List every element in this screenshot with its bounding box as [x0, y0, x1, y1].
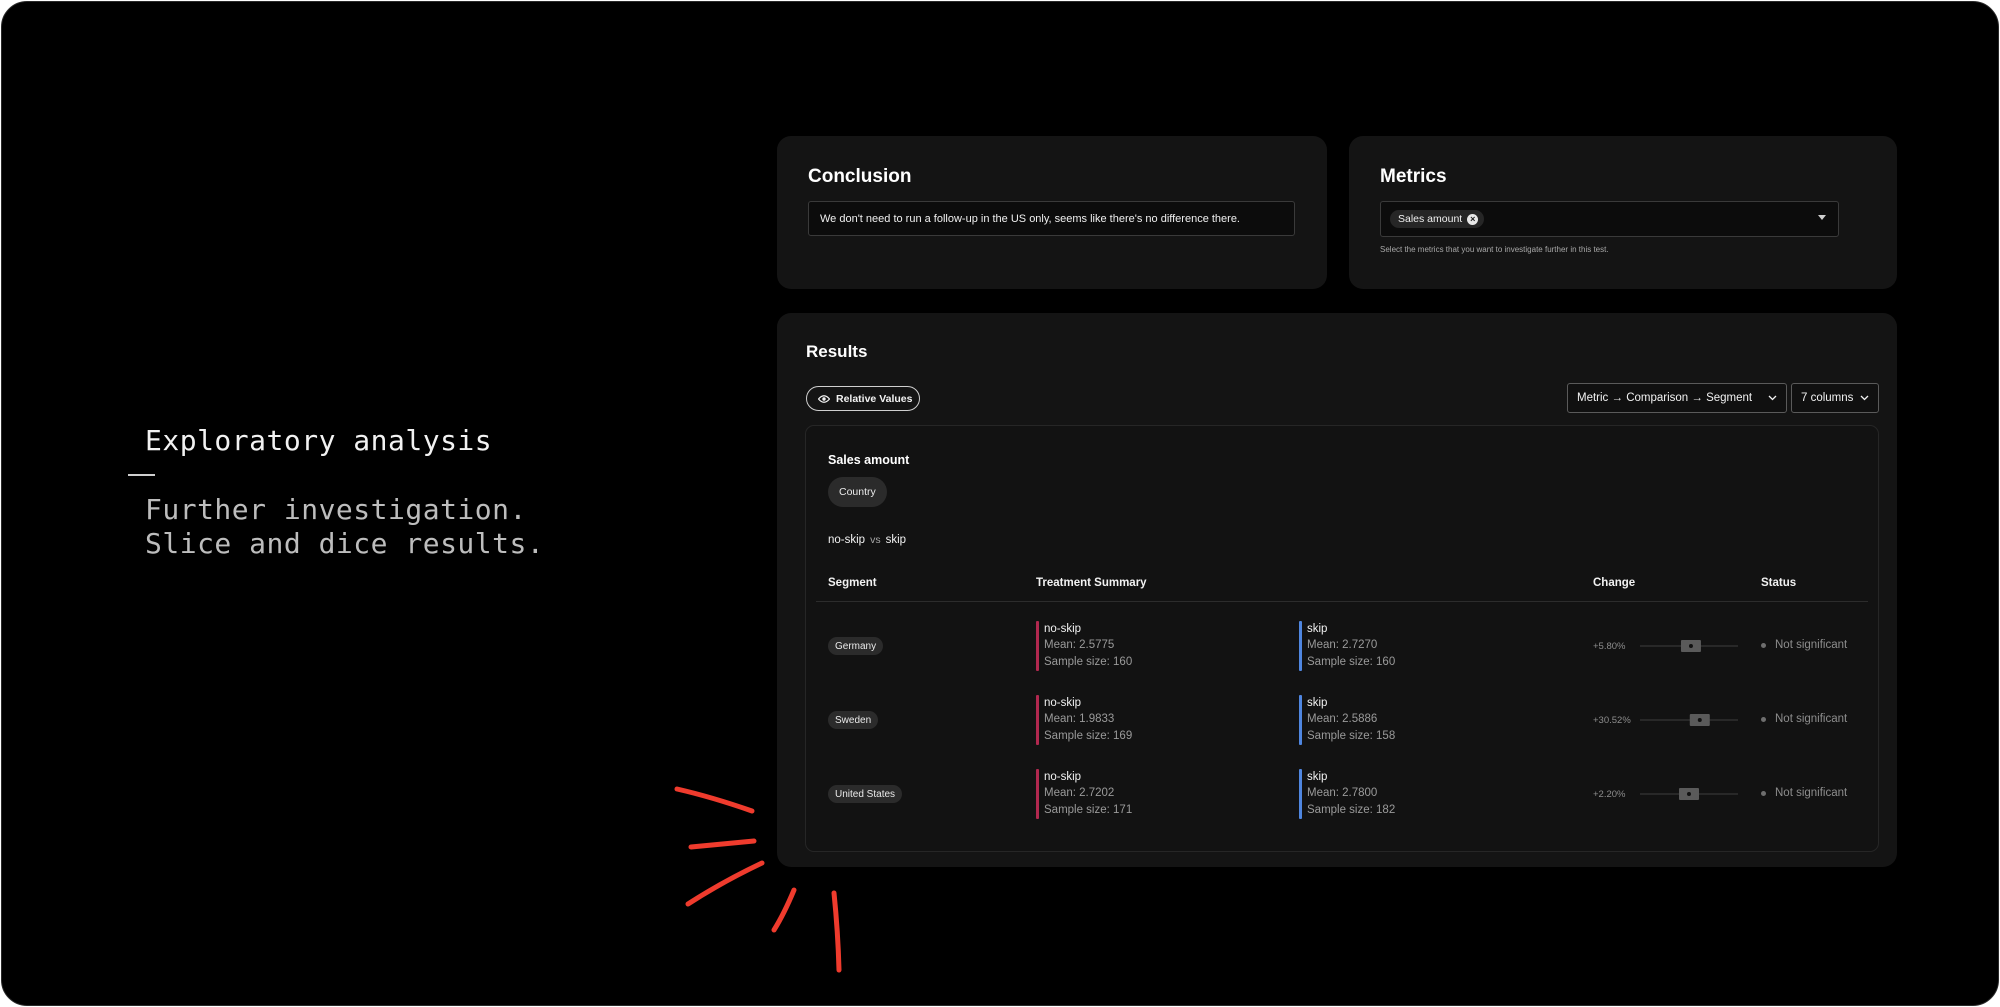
intro-divider	[128, 474, 155, 476]
status: Not significant	[1761, 787, 1847, 799]
segment-chip[interactable]: Sweden	[828, 711, 879, 729]
burst-stroke	[685, 860, 765, 907]
header-treatment-summary: Treatment Summary	[1036, 577, 1147, 589]
ci-point-estimate	[1688, 644, 1693, 648]
control-name: no-skip	[1044, 771, 1082, 783]
control-summary: no-skip Mean: 2.7202 Sample size: 171	[1036, 769, 1132, 819]
burst-stroke	[688, 838, 757, 850]
status: Not significant	[1761, 713, 1847, 725]
control-sample: Sample size: 171	[1044, 804, 1133, 816]
control-bar	[1036, 621, 1039, 671]
treatment-summary: skip Mean: 2.5886 Sample size: 158	[1299, 695, 1395, 745]
table-row: Germany no-skip Mean: 2.5775 Sample size…	[806, 616, 1880, 676]
comparison-treatment: skip	[885, 534, 907, 546]
comparison-vs: vs	[870, 534, 881, 546]
conclusion-title: Conclusion	[808, 166, 912, 187]
dimension-chip[interactable]: Country	[828, 477, 887, 507]
header-status: Status	[1761, 577, 1797, 589]
treatment-name: skip	[1307, 623, 1328, 635]
treatment-sample: Sample size: 160	[1307, 656, 1396, 668]
control-mean: Mean: 2.7202	[1044, 787, 1115, 799]
metrics-help-text: Select the metrics that you want to inve…	[1380, 245, 1609, 254]
segment-chip[interactable]: Germany	[828, 637, 884, 655]
eye-icon	[818, 394, 830, 403]
change-value: +2.20%	[1593, 789, 1626, 800]
confidence-interval	[1640, 640, 1738, 652]
control-mean: Mean: 1.9833	[1044, 713, 1115, 725]
control-name: no-skip	[1044, 623, 1082, 635]
burst-stroke	[674, 786, 755, 814]
treatment-bar	[1299, 621, 1302, 671]
metric-name: Sales amount	[828, 453, 910, 467]
status-label: Not significant	[1775, 787, 1848, 799]
treatment-summary: skip Mean: 2.7800 Sample size: 182	[1299, 769, 1395, 819]
treatment-bar	[1299, 695, 1302, 745]
treatment-sample: Sample size: 158	[1307, 730, 1396, 742]
change-value: +5.80%	[1593, 641, 1626, 652]
metric-results-panel: Sales amount Country no-skip vs skip Segme…	[805, 425, 1879, 852]
table-row: Sweden no-skip Mean: 1.9833 Sample size:…	[806, 690, 1880, 750]
relative-values-toggle[interactable]: Relative Values	[806, 386, 920, 411]
metrics-card: Metrics Sales amount × Select the metric…	[1349, 136, 1897, 289]
status: Not significant	[1761, 639, 1847, 651]
control-bar	[1036, 769, 1039, 819]
intro-subtitle: Further investigation. Slice and dice re…	[145, 493, 544, 561]
treatment-name: skip	[1307, 771, 1328, 783]
intro-title: Exploratory analysis	[145, 424, 493, 457]
change-value: +30.52%	[1593, 715, 1631, 726]
conclusion-text-field[interactable]: We don't need to run a follow-up in the …	[808, 201, 1295, 236]
intro-subtitle-line: Further investigation.	[145, 493, 527, 526]
results-title: Results	[806, 342, 868, 361]
treatment-mean: Mean: 2.5886	[1307, 713, 1378, 725]
grouping-order-dropdown[interactable]: Metric → Comparison → Segment	[1567, 383, 1787, 413]
status-dot-icon	[1761, 642, 1766, 648]
treatment-mean: Mean: 2.7800	[1307, 787, 1378, 799]
control-name: no-skip	[1044, 697, 1082, 709]
header-divider	[816, 601, 1868, 602]
comparison-label: no-skip vs skip	[828, 534, 906, 546]
comparison-control: no-skip	[828, 534, 866, 546]
metrics-title: Metrics	[1380, 166, 1447, 187]
columns-label: 7 columns	[1801, 392, 1854, 404]
confidence-interval	[1640, 714, 1738, 726]
control-mean: Mean: 2.5775	[1044, 639, 1115, 651]
confidence-interval	[1640, 788, 1738, 800]
control-sample: Sample size: 160	[1044, 656, 1133, 668]
burst-stroke	[771, 887, 797, 933]
relative-values-label: Relative Values	[836, 392, 913, 405]
status-dot-icon	[1761, 716, 1766, 722]
columns-dropdown[interactable]: 7 columns	[1791, 383, 1879, 413]
treatment-name: skip	[1307, 697, 1328, 709]
control-bar	[1036, 695, 1039, 745]
control-summary: no-skip Mean: 2.5775 Sample size: 160	[1036, 621, 1132, 671]
table-row: United States no-skip Mean: 2.7202 Sampl…	[806, 764, 1880, 824]
metrics-select[interactable]: Sales amount ×	[1380, 201, 1839, 237]
treatment-mean: Mean: 2.7270	[1307, 639, 1378, 651]
chevron-down-icon	[1768, 395, 1777, 401]
burst-stroke	[831, 890, 842, 973]
canvas: Exploratory analysis Further investigati…	[1, 1, 1999, 1006]
treatment-summary: skip Mean: 2.7270 Sample size: 160	[1299, 621, 1395, 671]
results-card: Results Relative Values Metric → Compari…	[777, 313, 1897, 867]
dropdown-caret-icon[interactable]	[1818, 215, 1826, 220]
header-segment: Segment	[828, 577, 877, 589]
conclusion-card: Conclusion We don't need to run a follow…	[777, 136, 1327, 289]
treatment-sample: Sample size: 182	[1307, 804, 1396, 816]
chevron-down-icon	[1860, 395, 1869, 401]
grouping-order-label: Metric → Comparison → Segment	[1577, 392, 1753, 404]
header-change: Change	[1593, 577, 1636, 589]
control-summary: no-skip Mean: 1.9833 Sample size: 169	[1036, 695, 1132, 745]
ci-point-estimate	[1687, 792, 1691, 796]
remove-chip-icon[interactable]: ×	[1467, 213, 1479, 225]
status-label: Not significant	[1775, 713, 1848, 725]
status-dot-icon	[1761, 790, 1766, 796]
intro-subtitle-line: Slice and dice results.	[145, 527, 545, 560]
status-label: Not significant	[1775, 639, 1848, 651]
treatment-bar	[1299, 769, 1302, 819]
control-sample: Sample size: 169	[1044, 730, 1133, 742]
metric-chip: Sales amount ×	[1390, 210, 1485, 228]
ci-point-estimate	[1697, 718, 1702, 722]
annotation-burst	[674, 786, 842, 973]
metric-chip-label: Sales amount	[1398, 213, 1463, 225]
